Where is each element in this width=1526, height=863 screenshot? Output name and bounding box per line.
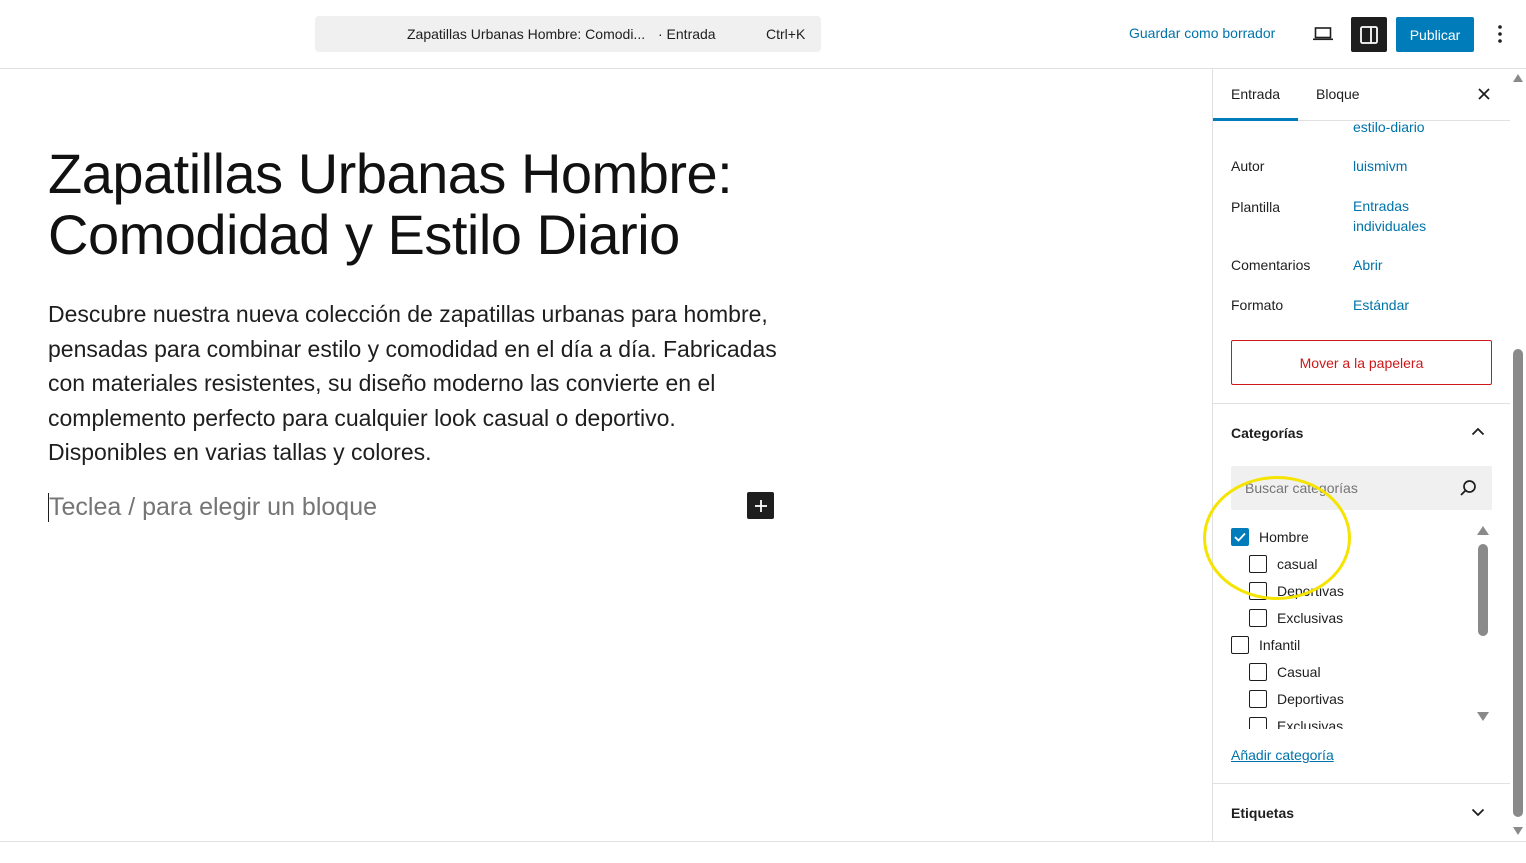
category-label: Deportivas — [1277, 583, 1344, 599]
scroll-thumb[interactable] — [1478, 544, 1488, 636]
checkbox[interactable] — [1249, 555, 1267, 573]
categories-panel-title[interactable]: Categorías — [1231, 425, 1303, 441]
meta-label-format: Formato — [1231, 297, 1284, 313]
checkbox[interactable] — [1249, 609, 1267, 627]
category-item-casual-infantil[interactable]: Casual — [1249, 661, 1321, 683]
categories-toggle[interactable] — [1468, 421, 1488, 441]
block-placeholder[interactable]: Teclea / para elegir un bloque — [48, 493, 377, 522]
editor-canvas: Zapatillas Urbanas Hombre: Comodidad y E… — [0, 69, 1212, 841]
scroll-up-arrow-icon[interactable] — [1513, 74, 1523, 82]
category-label: Exclusivas — [1277, 718, 1344, 729]
chevron-down-icon — [1471, 808, 1485, 816]
chevron-up-icon — [1471, 427, 1485, 435]
search-icon[interactable] — [1457, 477, 1479, 499]
category-item-exclusivas-infantil[interactable]: Exclusivas — [1249, 715, 1343, 729]
command-palette-bar[interactable]: Zapatillas Urbanas Hombre: Comodi... · E… — [315, 16, 821, 52]
add-block-button[interactable] — [747, 492, 774, 519]
format-value[interactable]: Estándar — [1353, 295, 1409, 315]
tab-bloque[interactable]: Bloque — [1316, 86, 1360, 102]
sidebar-icon — [1360, 25, 1378, 44]
tab-entrada[interactable]: Entrada — [1231, 86, 1280, 102]
publish-button[interactable]: Publicar — [1396, 17, 1474, 52]
category-label: casual — [1277, 556, 1318, 572]
plus-icon — [754, 499, 767, 512]
meta-label-comments: Comentarios — [1231, 257, 1311, 273]
category-label: Hombre — [1259, 529, 1309, 545]
category-label: Casual — [1277, 664, 1321, 680]
divider — [1213, 403, 1510, 404]
category-label: Deportivas — [1277, 691, 1344, 707]
paragraph-block[interactable]: Descubre nuestra nueva colección de zapa… — [48, 297, 778, 470]
scroll-up-arrow-icon[interactable] — [1477, 526, 1489, 535]
category-item-deportivas-infantil[interactable]: Deportivas — [1249, 688, 1344, 710]
settings-sidebar: Entrada Bloque estilo-diario Autor luism… — [1212, 69, 1510, 841]
author-value[interactable]: luismivm — [1353, 156, 1407, 176]
top-toolbar: Zapatillas Urbanas Hombre: Comodi... · E… — [0, 0, 1526, 69]
options-menu-button[interactable] — [1486, 18, 1514, 50]
category-search — [1231, 466, 1492, 510]
category-label: Exclusivas — [1277, 610, 1344, 626]
category-item-deportivas[interactable]: Deportivas — [1249, 580, 1344, 602]
settings-sidebar-toggle[interactable] — [1351, 17, 1387, 52]
close-sidebar-button[interactable] — [1473, 83, 1495, 105]
move-to-trash-button[interactable]: Mover a la papelera — [1231, 340, 1492, 385]
meta-label-template: Plantilla — [1231, 199, 1281, 215]
category-item-hombre[interactable]: Hombre — [1231, 526, 1309, 548]
check-icon — [1234, 532, 1246, 542]
category-search-input[interactable] — [1231, 466, 1451, 510]
checkbox[interactable] — [1249, 717, 1267, 729]
tags-toggle[interactable] — [1468, 802, 1488, 822]
category-list-scrollbar[interactable] — [1477, 524, 1489, 724]
comments-value[interactable]: Abrir — [1353, 255, 1383, 275]
active-tab-indicator — [1213, 118, 1298, 121]
meta-label-author: Autor — [1231, 158, 1265, 174]
close-icon — [1478, 88, 1490, 100]
category-item-infantil[interactable]: Infantil — [1231, 634, 1300, 656]
add-category-link[interactable]: Añadir categoría — [1231, 747, 1334, 763]
post-title[interactable]: Zapatillas Urbanas Hombre: Comodidad y E… — [48, 143, 768, 265]
sidebar-tabs: Entrada Bloque — [1213, 69, 1510, 121]
scroll-down-arrow-icon[interactable] — [1513, 827, 1523, 835]
preview-button[interactable] — [1307, 18, 1339, 50]
category-list: Hombre casual Deportivas Exclusivas Infa… — [1231, 524, 1492, 729]
category-item-exclusivas[interactable]: Exclusivas — [1249, 607, 1343, 629]
scroll-down-arrow-icon[interactable] — [1477, 712, 1489, 721]
document-type: · Entrada — [658, 26, 716, 42]
page-scrollbar[interactable] — [1510, 69, 1526, 841]
checkbox[interactable] — [1249, 690, 1267, 708]
category-item-casual[interactable]: casual — [1249, 553, 1317, 575]
template-value[interactable]: Entradas individuales — [1353, 196, 1463, 236]
bottom-border — [0, 841, 1526, 842]
category-label: Infantil — [1259, 637, 1301, 653]
checkbox-checked[interactable] — [1231, 528, 1249, 546]
checkbox[interactable] — [1231, 636, 1249, 654]
checkbox[interactable] — [1249, 582, 1267, 600]
document-title: Zapatillas Urbanas Hombre: Comodi... — [407, 26, 646, 42]
divider — [1213, 783, 1510, 784]
more-vertical-icon — [1498, 25, 1502, 43]
keyboard-shortcut: Ctrl+K — [766, 26, 806, 42]
laptop-icon — [1313, 27, 1333, 41]
scroll-thumb[interactable] — [1513, 349, 1523, 817]
save-draft-button[interactable]: Guardar como borrador — [1129, 25, 1275, 41]
tags-panel-title[interactable]: Etiquetas — [1231, 805, 1294, 821]
checkbox[interactable] — [1249, 663, 1267, 681]
